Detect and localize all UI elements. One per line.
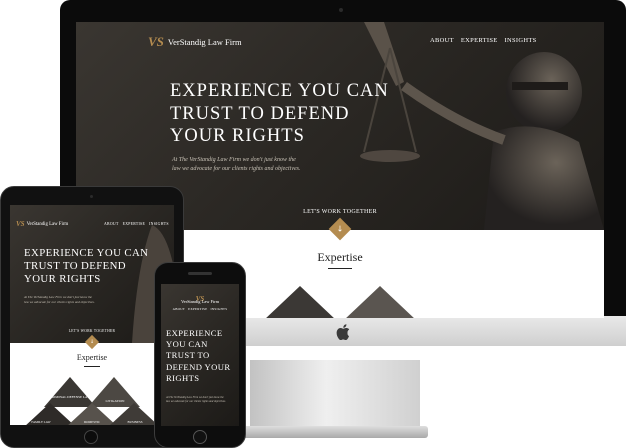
tablet-nav-about[interactable]: ABOUT xyxy=(104,222,119,226)
tablet-heading-underline xyxy=(84,366,100,367)
tablet-expertise-label: LITIGATION xyxy=(105,399,125,403)
tablet-logo-icon[interactable]: VS xyxy=(16,220,25,228)
tablet-hero-subtitle: At The VerStandig Law Firm we don't just… xyxy=(24,295,144,305)
phone-speaker xyxy=(188,272,212,275)
phone-nav-insights[interactable]: INSIGHTS xyxy=(210,307,227,311)
nav-about[interactable]: ABOUT xyxy=(430,37,454,44)
tablet-expertise-label: FAMILY LAW xyxy=(31,420,51,424)
phone-hero-subtitle: At The VerStandig Law Firm we don't just… xyxy=(166,396,236,404)
phone-nav-about[interactable]: ABOUT xyxy=(173,307,185,311)
tablet-hero-title-line: TRUST TO DEFEND xyxy=(24,260,126,273)
phone-hero-title-line: RIGHTS xyxy=(166,372,200,383)
phone-hero-title-line: DEFEND YOUR xyxy=(166,361,231,372)
hero-subtitle-line: law we advocate for our clients rights a… xyxy=(172,165,301,172)
phone-home-button[interactable] xyxy=(193,430,207,444)
hero-subtitle: At The VerStandig Law Firm we don't just… xyxy=(172,156,300,173)
arrow-down-icon: ↓ xyxy=(336,224,344,234)
tablet-camera xyxy=(90,195,93,198)
phone-hero-title-line: EXPERIENCE xyxy=(166,328,223,338)
tablet-hero-subtitle-line: law we advocate for our clients rights a… xyxy=(24,299,95,304)
nav-insights[interactable]: INSIGHTS xyxy=(505,37,537,44)
brand-name[interactable]: VerStandig Law Firm xyxy=(168,37,242,47)
tablet-home-button[interactable] xyxy=(84,430,98,444)
tablet-expertise-label: BUSINESS xyxy=(127,420,143,424)
tablet-screen: VS VerStandig Law Firm ABOUT EXPERTISE I… xyxy=(10,205,174,425)
phone-hero-title: EXPERIENCE YOU CAN TRUST TO DEFEND YOUR … xyxy=(166,328,230,384)
hero-title-line: TRUST TO DEFEND xyxy=(170,103,350,124)
tablet-expertise-label: DOMESTIC xyxy=(83,420,101,424)
hero-title: EXPERIENCE YOU CAN TRUST TO DEFEND YOUR … xyxy=(170,80,389,148)
logo-icon[interactable]: VS xyxy=(148,34,164,50)
main-nav: ABOUT EXPERTISE INSIGHTS xyxy=(430,37,537,44)
tablet-nav-expertise[interactable]: EXPERTISE xyxy=(123,222,146,226)
expertise-tile[interactable] xyxy=(344,286,416,318)
hero-subtitle-line: At The VerStandig Law Firm we don't just… xyxy=(172,157,296,163)
phone-screen: VS VerStandig Law Firm ABOUT EXPERTISE I… xyxy=(161,284,239,426)
phone-nav-expertise[interactable]: EXPERTISE xyxy=(188,307,207,311)
hero-title-line: YOUR RIGHTS xyxy=(170,126,305,147)
cta-link[interactable]: LET'S WORK TOGETHER xyxy=(290,209,390,215)
phone-hero-title-line: TRUST TO xyxy=(166,350,210,361)
expertise-tile[interactable] xyxy=(264,286,336,318)
tablet-brand-name[interactable]: VerStandig Law Firm xyxy=(27,222,69,227)
phone-brand-name[interactable]: VerStandig Law Firm xyxy=(161,299,239,304)
heading-underline xyxy=(328,268,352,269)
phone-hero: VS VerStandig Law Firm ABOUT EXPERTISE I… xyxy=(161,284,239,426)
phone-hero-title-line: YOU CAN xyxy=(166,339,208,350)
tablet-hero: VS VerStandig Law Firm ABOUT EXPERTISE I… xyxy=(10,205,174,343)
imac-camera xyxy=(339,8,343,12)
imac-stand xyxy=(250,360,420,430)
tablet-expertise-heading: Expertise xyxy=(76,353,108,362)
tablet-cta-link[interactable]: LET'S WORK TOGETHER xyxy=(60,329,124,333)
tablet-hero-title: EXPERIENCE YOU CAN TRUST TO DEFEND YOUR … xyxy=(24,247,148,287)
hero-title-line: EXPERIENCE YOU CAN xyxy=(170,81,389,101)
apple-logo-icon xyxy=(336,324,350,340)
tablet-hero-title-line: YOUR RIGHTS xyxy=(24,273,101,286)
tablet-hero-title-line: EXPERIENCE YOU CAN xyxy=(24,247,149,259)
tablet-nav-insights[interactable]: INSIGHTS xyxy=(149,222,169,226)
tablet-expertise-label: CRIMINAL DEFENSE LAW xyxy=(49,395,91,399)
phone-hero-subtitle-line: law we advocate for our clients rights a… xyxy=(166,399,226,403)
tablet-arrow-down-icon: ↓ xyxy=(89,339,95,345)
imac-foot xyxy=(242,426,428,438)
nav-expertise[interactable]: EXPERTISE xyxy=(461,37,498,44)
